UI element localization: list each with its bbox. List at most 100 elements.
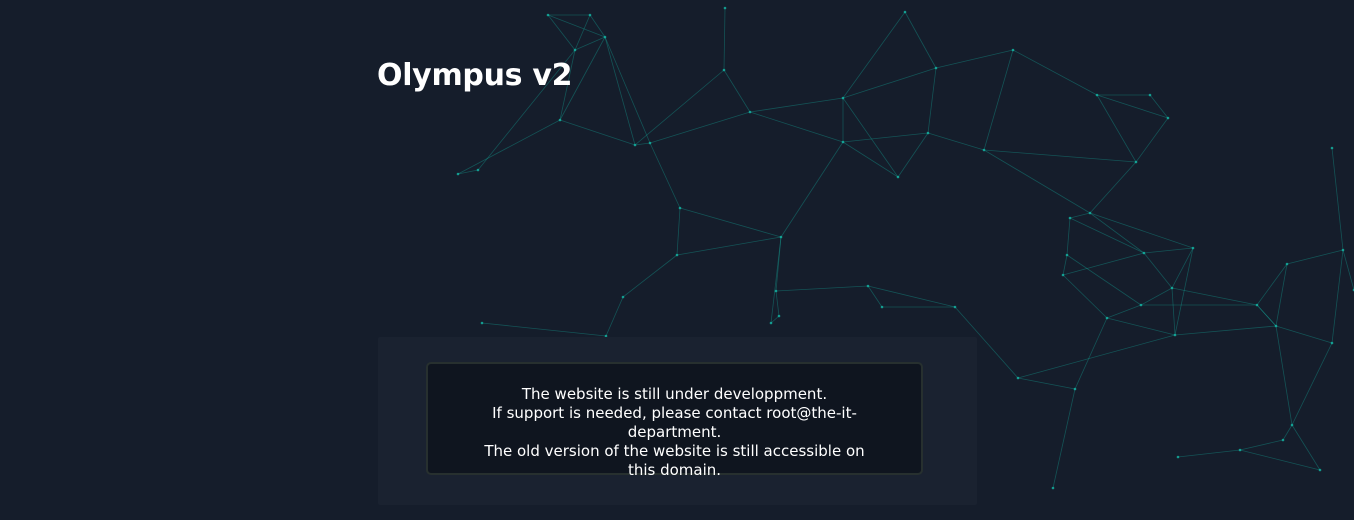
network-edge [1096, 94, 1137, 163]
network-edge [1239, 439, 1284, 451]
network-node [603, 35, 607, 39]
network-edge [1275, 263, 1288, 327]
network-node [1051, 486, 1055, 490]
network-node [1095, 93, 1099, 97]
network-node [1330, 341, 1334, 345]
network-edge [1089, 212, 1194, 249]
network-edge [749, 97, 844, 113]
network-node [1290, 423, 1294, 427]
network-edge [770, 315, 780, 324]
network-edge [842, 97, 899, 178]
network-edge [1143, 252, 1173, 289]
network-node [456, 172, 460, 176]
network-node [573, 48, 577, 52]
network-node [1191, 246, 1195, 250]
network-edge [457, 119, 561, 175]
network-edge [559, 119, 636, 146]
network-node [558, 118, 562, 122]
network-edge [1174, 325, 1277, 336]
network-edge [605, 296, 624, 337]
network-edge [1275, 325, 1333, 344]
network-edge [1062, 254, 1068, 276]
network-edge [1291, 424, 1321, 471]
network-edge [1143, 247, 1194, 254]
network-node [1341, 248, 1345, 252]
network-node [841, 96, 845, 100]
network-node [1148, 93, 1152, 97]
network-node [896, 175, 900, 179]
network-edge [1017, 377, 1076, 390]
network-edge [1239, 449, 1321, 471]
network-edge [676, 236, 782, 256]
network-edge [749, 111, 844, 143]
network-edge [1069, 212, 1091, 219]
network-node [841, 140, 845, 144]
network-edge [904, 11, 937, 69]
network-edge [481, 322, 607, 337]
content-panel: The website is still under developpment.… [378, 337, 977, 505]
network-edge [842, 11, 906, 99]
network-node [903, 10, 907, 14]
network-node [1073, 387, 1077, 391]
network-edge [1171, 287, 1258, 306]
network-edge [842, 141, 899, 178]
notice-box: The website is still under developpment.… [426, 362, 923, 479]
network-edge [867, 285, 956, 308]
notice-line-development: The website is still under developpment. [521, 385, 828, 403]
network-edge [1106, 304, 1142, 319]
network-edge [1052, 388, 1076, 489]
network-edge [1342, 249, 1354, 291]
network-edge [1149, 94, 1169, 119]
network-edge [1089, 161, 1137, 214]
network-edge [1177, 449, 1241, 458]
network-node [1016, 376, 1020, 380]
network-node [480, 321, 484, 325]
network-node [633, 143, 637, 147]
network-edge [1282, 424, 1293, 441]
network-node [1061, 273, 1065, 277]
network-edge [1291, 342, 1333, 426]
network-edge [927, 67, 937, 134]
network-edge [1135, 117, 1169, 163]
notice-line-support: If support is needed, please contact roo… [492, 404, 857, 441]
network-node [476, 168, 480, 172]
notice-line-old-version: The old version of the website is still … [484, 442, 865, 479]
network-node [1238, 448, 1242, 452]
network-edge [1171, 287, 1176, 336]
network-edge [1066, 217, 1071, 256]
network-edge [1066, 254, 1142, 306]
network-edge [1106, 317, 1176, 336]
network-node [621, 295, 625, 299]
network-edge [983, 149, 1137, 163]
network-node [1105, 316, 1109, 320]
network-node [648, 141, 652, 145]
network-edge [1331, 249, 1344, 344]
network-node [1173, 333, 1177, 337]
network-node [1139, 303, 1143, 307]
network-edge [1256, 263, 1288, 306]
network-edge [1275, 325, 1293, 426]
page: Olympus v2 The website is still under de… [0, 0, 1354, 520]
network-edge [1171, 247, 1194, 289]
network-edge [604, 36, 636, 146]
network-node [588, 13, 592, 17]
network-node [1318, 468, 1322, 472]
network-edge [770, 236, 782, 324]
network-node [1065, 253, 1069, 257]
network-node [678, 206, 682, 210]
network-edge [1062, 252, 1145, 276]
network-edge [897, 132, 929, 178]
network-node [546, 13, 550, 17]
page-title: Olympus v2 [377, 58, 573, 93]
network-node [880, 305, 884, 309]
network-node [722, 68, 726, 72]
network-node [723, 6, 727, 10]
network-node [1281, 438, 1285, 442]
network-node [1142, 251, 1146, 255]
network-node [982, 148, 986, 152]
network-edge [1286, 249, 1344, 265]
network-node [1255, 303, 1259, 307]
network-node [953, 305, 957, 309]
network-node [774, 289, 778, 293]
network-node [748, 110, 752, 114]
